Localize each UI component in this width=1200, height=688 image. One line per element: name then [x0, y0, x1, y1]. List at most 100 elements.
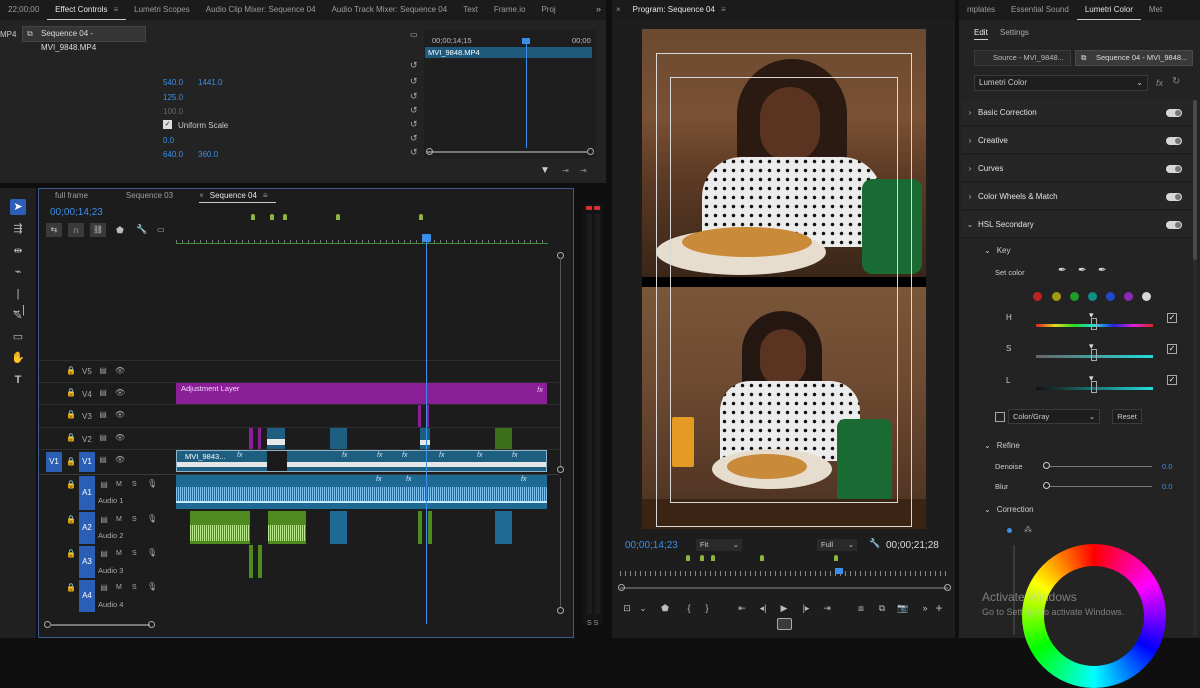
close-icon[interactable]: × [199, 191, 204, 200]
v2-clip[interactable] [267, 428, 285, 449]
color-gray-checkbox[interactable] [995, 412, 1005, 422]
blur-slider[interactable] [1046, 486, 1152, 487]
refine-disclosure[interactable]: ⌄ Refine [984, 441, 1020, 450]
timeline-playhead-head[interactable] [422, 234, 431, 242]
go-to-out-icon[interactable]: ⇥ [820, 601, 834, 615]
add-button-icon[interactable]: + [932, 601, 946, 615]
step-forward-icon[interactable]: |▸ [799, 601, 813, 615]
subtab-edit[interactable]: Edit [974, 28, 988, 40]
reset-button[interactable]: Reset [1112, 409, 1142, 424]
l-slider-range[interactable] [1091, 381, 1097, 393]
track-label-a3[interactable]: A3 [79, 546, 95, 578]
timeline-timecode[interactable]: 00;00;14;23 [50, 207, 103, 218]
position-x-value[interactable]: 540.0 [163, 78, 183, 87]
razor-tool-icon[interactable]: ⌁ [10, 264, 26, 280]
lock-icon[interactable]: 🔒 [64, 513, 78, 527]
blur-slider-handle[interactable] [1043, 482, 1050, 489]
program-zoom-handle[interactable] [618, 584, 625, 591]
tab-audio-clip-mixer[interactable]: Audio Clip Mixer: Sequence 04 [198, 0, 324, 20]
eyedropper-add-icon[interactable]: ✒ [1078, 265, 1086, 276]
voiceover-mic-icon[interactable]: 🎙 [147, 514, 157, 523]
mark-out-icon[interactable]: } [700, 601, 714, 615]
sync-lock-icon[interactable]: ▤ [96, 431, 110, 445]
section-toggle[interactable] [1166, 164, 1182, 173]
program-close-icon[interactable]: × [612, 0, 625, 20]
color-gray-dropdown[interactable]: Color/Gray ⌄ [1008, 409, 1100, 424]
wrench-icon[interactable]: 🔧 [869, 538, 880, 549]
timeline-marker[interactable] [283, 214, 287, 220]
tab-frameio[interactable]: Frame.io [486, 0, 534, 20]
color-swatch-yellow[interactable] [1052, 292, 1061, 301]
program-marker[interactable] [700, 555, 704, 561]
wrench-icon[interactable]: 🔧 [136, 224, 147, 235]
panel-overflow-icon[interactable]: » [596, 4, 601, 14]
section-toggle[interactable] [1166, 192, 1182, 201]
source-clip-tab[interactable]: Source - MVI_9848... [974, 50, 1071, 66]
meter-solo-labels[interactable]: S S [587, 620, 598, 627]
track-select-tool-icon[interactable]: ⇶ [10, 221, 26, 237]
mark-in-icon[interactable]: { [682, 601, 696, 615]
lock-icon[interactable]: 🔒 [64, 408, 78, 422]
uniform-scale-checkbox[interactable]: ✓ [163, 120, 172, 129]
section-curves[interactable]: › Curves [962, 156, 1192, 182]
sync-lock-icon[interactable]: ▤ [97, 547, 111, 561]
go-to-in-icon[interactable]: ⇤ [735, 601, 749, 615]
color-swatch-white[interactable] [1142, 292, 1151, 301]
program-video-frame[interactable] [642, 29, 926, 529]
ec-playhead[interactable] [526, 40, 527, 148]
s-slider-range[interactable] [1091, 349, 1097, 361]
color-swatch-magenta[interactable] [1124, 292, 1133, 301]
three-wheel-icon[interactable]: ⁂ [1024, 525, 1032, 534]
section-color-wheels[interactable]: › Color Wheels & Match [962, 184, 1192, 210]
tab-timecode[interactable]: 22;00;00 [0, 0, 47, 20]
reset-icon[interactable]: ↺ [410, 119, 418, 130]
single-wheel-icon[interactable] [1007, 528, 1012, 533]
mute-button[interactable]: M [116, 481, 122, 488]
timeline-marker[interactable] [336, 214, 340, 220]
reset-icon[interactable]: ↺ [410, 60, 418, 71]
tab-templates[interactable]: mplates [959, 0, 1003, 20]
correction-disclosure[interactable]: ⌄ Correction [984, 505, 1034, 514]
type-tool-icon[interactable]: T [10, 372, 26, 388]
program-ruler[interactable] [620, 571, 948, 576]
captions-icon[interactable]: ▭ [157, 225, 165, 234]
export-frame-icon[interactable]: 📷 [896, 601, 910, 615]
h-checkbox[interactable]: ✓ [1167, 313, 1177, 323]
reset-icon[interactable]: ↺ [410, 91, 418, 102]
reset-icon[interactable]: ↺ [410, 76, 418, 87]
a2-audio-clip[interactable] [190, 511, 250, 544]
color-swatch-blue[interactable] [1106, 292, 1115, 301]
a2-audio-clip[interactable] [418, 511, 422, 544]
linked-selection-icon[interactable]: ⛓ [90, 223, 106, 237]
solo-button[interactable]: S [132, 550, 137, 557]
color-swatch-red[interactable] [1033, 292, 1042, 301]
tab-metadata[interactable]: Met [1141, 0, 1170, 20]
program-marker[interactable] [711, 555, 715, 561]
section-toggle[interactable] [1166, 220, 1182, 229]
track-label-a2[interactable]: A2 [79, 512, 95, 544]
adjustment-layer-clip[interactable]: Adjustment Layer fx [176, 383, 547, 404]
overflow-icon[interactable]: » [918, 601, 932, 615]
ec-scroll-bar[interactable] [427, 151, 587, 153]
mute-button[interactable]: M [116, 550, 122, 557]
eyedropper-icon[interactable]: ✒ [1058, 265, 1066, 276]
mute-button[interactable]: M [116, 516, 122, 523]
timeline-ruler[interactable] [176, 236, 548, 244]
lock-icon[interactable]: 🔒 [64, 581, 78, 595]
ripple-edit-tool-icon[interactable]: ⇹ [10, 243, 26, 259]
tab-lumetri-scopes[interactable]: Lumetri Scopes [126, 0, 198, 20]
program-playhead[interactable] [835, 568, 843, 574]
lock-icon[interactable]: 🔒 [64, 547, 78, 561]
rotation-value[interactable]: 0.0 [163, 136, 174, 145]
a1-audio-clip[interactable]: fx fx fx [176, 475, 547, 509]
reset-icon[interactable]: ↺ [410, 147, 418, 158]
timeline-marker[interactable] [251, 214, 255, 220]
timeline-vscroll[interactable] [560, 478, 561, 608]
track-label-v1[interactable]: V1 [79, 452, 95, 472]
tab-sequence-04[interactable]: × Sequence 04 ≡ [199, 189, 276, 203]
sync-lock-icon[interactable]: ▤ [96, 386, 110, 400]
mute-button[interactable]: M [116, 584, 122, 591]
v2-clip[interactable] [420, 428, 430, 449]
rectangle-tool-icon[interactable]: ▭ [10, 329, 26, 345]
tab-sequence-03[interactable]: Sequence 03 [118, 189, 199, 203]
